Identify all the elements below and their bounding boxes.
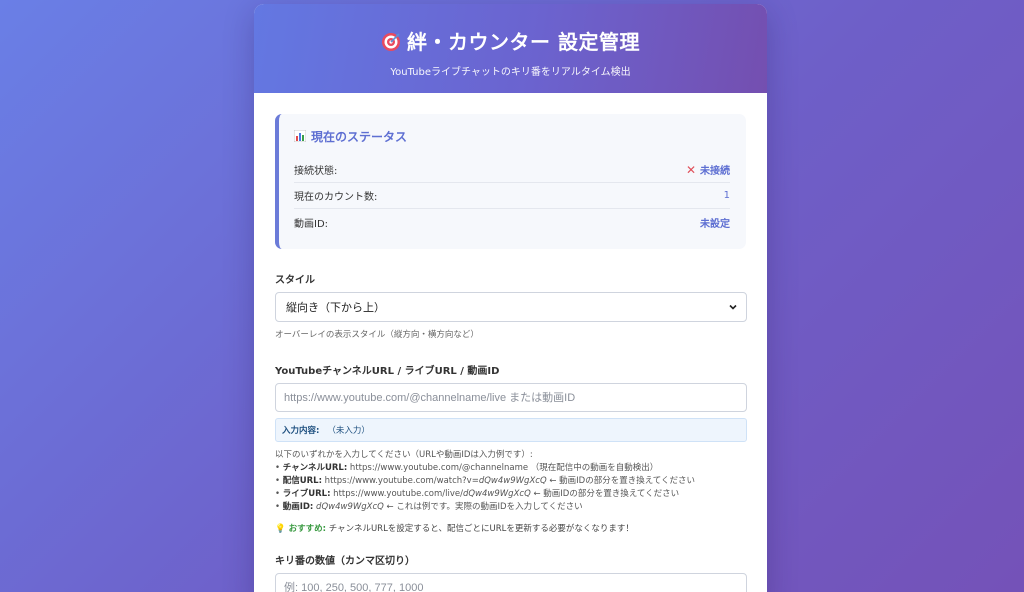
url-input[interactable] xyxy=(275,383,747,412)
bar-chart-icon xyxy=(294,130,306,142)
status-label: 現在のカウント数: xyxy=(294,192,378,203)
style-select[interactable]: 縦向き（下から上） xyxy=(275,292,747,322)
desc-item: • 配信URL: https://www.youtube.com/watch?v… xyxy=(275,476,696,486)
status-panel: 現在のステータス 接続状態: ✕ 未接続 現在のカウント数: 1 動画ID: 未設… xyxy=(275,114,746,249)
kiri-input[interactable] xyxy=(275,573,747,592)
lightbulb-icon: 💡 xyxy=(275,524,286,534)
tip-text: チャンネルURLを設定すると、配信ごとにURLを更新する必要がなくなります！ xyxy=(326,524,634,534)
status-label: 接続状態: xyxy=(294,166,338,177)
connection-status-text: 未接続 xyxy=(700,166,730,177)
desc-item: • ライブURL: https://www.youtube.com/live/d… xyxy=(275,489,680,499)
kiri-label: キリ番の数値（カンマ区切り） xyxy=(275,556,415,567)
header: 絆・カウンター 設定管理 YouTubeライブチャットのキリ番をリアルタイム検出 xyxy=(254,4,767,93)
preview-value: （未入力） xyxy=(327,426,370,436)
video-id-value: 未設定 xyxy=(700,218,730,230)
url-preview: 入力内容: （未入力） xyxy=(275,418,747,442)
url-label: YouTubeチャンネルURL / ライブURL / 動画ID xyxy=(275,366,500,377)
status-row-video-id: 動画ID: 未設定 xyxy=(294,209,730,235)
page-title: 絆・カウンター 設定管理 xyxy=(254,26,767,55)
connection-status-value: ✕ 未接続 xyxy=(686,162,730,177)
desc-intro: 以下のいずれかを入力してください（URLや動画IDは入力例です）: xyxy=(275,450,533,460)
tip-label: おすすめ: xyxy=(288,524,326,534)
style-label: スタイル xyxy=(275,275,315,286)
url-description: 以下のいずれかを入力してください（URLや動画IDは入力例です）: • チャンネ… xyxy=(275,449,746,514)
kiri-field: キリ番の数値（カンマ区切り） xyxy=(275,552,747,592)
status-title-text: 現在のステータス xyxy=(311,130,408,144)
cross-icon: ✕ xyxy=(685,163,696,177)
status-row-connection: 接続状態: ✕ 未接続 xyxy=(294,157,730,183)
style-selected-value: 縦向き（下から上） xyxy=(286,301,385,314)
page-title-text: 絆・カウンター 設定管理 xyxy=(407,30,640,54)
style-help-text: オーバーレイの表示スタイル（縦方向・横方向など） xyxy=(275,330,479,340)
url-tip: 💡 おすすめ: チャンネルURLを設定すると、配信ごとにURLを更新する必要がなく… xyxy=(275,522,746,534)
style-field: スタイル 縦向き（下から上） オーバーレイの表示スタイル（縦方向・横方向など） xyxy=(275,271,747,340)
settings-card: 絆・カウンター 設定管理 YouTubeライブチャットのキリ番をリアルタイム検出… xyxy=(254,4,767,592)
status-label: 動画ID: xyxy=(294,218,329,230)
status-title: 現在のステータス xyxy=(294,128,730,145)
desc-item: • チャンネルURL: https://www.youtube.com/@cha… xyxy=(275,463,659,473)
main-content: 現在のステータス 接続状態: ✕ 未接続 現在のカウント数: 1 動画ID: 未設… xyxy=(254,93,767,592)
page-subtitle: YouTubeライブチャットのキリ番をリアルタイム検出 xyxy=(390,67,631,78)
url-field: YouTubeチャンネルURL / ライブURL / 動画ID 入力内容: （未… xyxy=(275,362,747,534)
status-row-count: 現在のカウント数: 1 xyxy=(294,183,730,209)
chevron-down-icon xyxy=(729,304,737,310)
target-icon xyxy=(382,33,401,51)
count-value: 1 xyxy=(723,190,730,201)
preview-label: 入力内容: xyxy=(282,426,320,436)
desc-item: • 動画ID: dQw4w9WgXcQ ← これは例です。実際の動画IDを入力し… xyxy=(275,502,583,512)
